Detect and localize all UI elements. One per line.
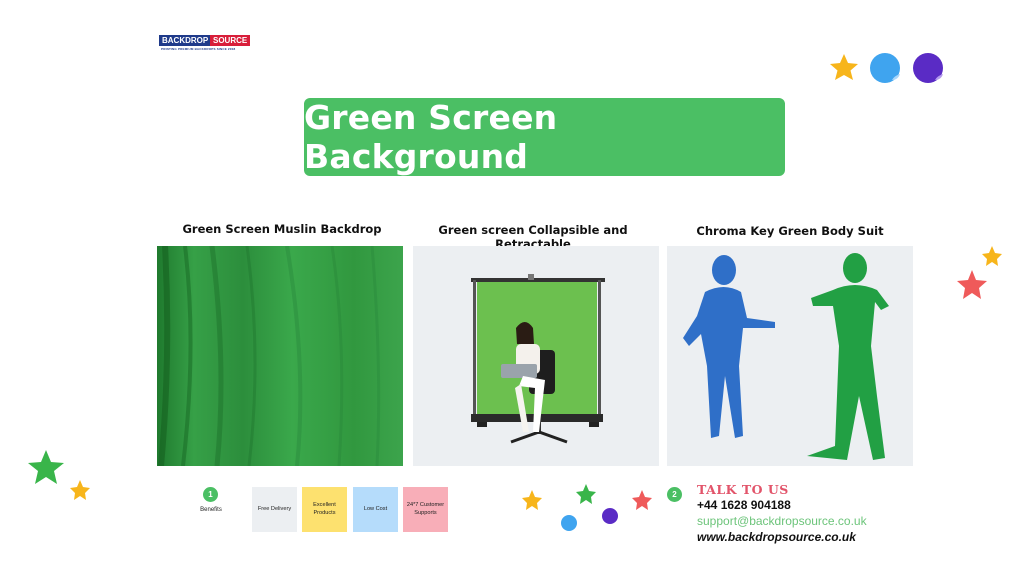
star-icon	[830, 54, 858, 80]
star-icon	[982, 246, 1002, 266]
product-caption-muslin: Green Screen Muslin Backdrop	[182, 222, 382, 236]
decor-bottom-left	[28, 450, 90, 500]
body-suits-image	[683, 253, 889, 460]
green-suit-figure	[807, 253, 889, 460]
benefit-card-text: 24*7 Customer Supports	[406, 502, 445, 516]
decor-right	[957, 246, 1002, 299]
product-caption-bodysuit: Chroma Key Green Body Suit	[696, 224, 884, 238]
benefit-card-text: Free Delivery	[257, 505, 292, 512]
benefits-label: Benefits	[200, 507, 222, 513]
decor-top-right	[830, 53, 943, 83]
muslin-fabric-image	[157, 246, 403, 466]
star-icon	[576, 484, 596, 504]
green-muslin-backdrop-photo	[157, 246, 403, 466]
logo-source-text: SOURCE	[210, 35, 251, 46]
phone-number[interactable]: +44 1628 904188	[697, 498, 791, 512]
star-icon	[28, 450, 64, 484]
benefit-card-customer-support: 24*7 Customer Supports	[403, 487, 448, 532]
chroma-key-body-suits-photo	[667, 246, 913, 466]
title-banner: Green Screen Background	[304, 98, 785, 176]
website-link[interactable]: www.backdropsource.co.uk	[697, 530, 856, 544]
logo-tagline: PRINTING PREMIUM BACKDROPS SINCE 2008	[161, 47, 236, 51]
email-link[interactable]: support@backdropsource.co.uk	[697, 514, 867, 528]
benefit-card-text: Low Cost	[363, 505, 388, 512]
talk-to-us-heading: TALK TO US	[697, 482, 789, 497]
contact-number-badge: 2	[667, 487, 682, 502]
star-icon	[957, 270, 987, 299]
star-icon	[632, 490, 652, 510]
brand-logo: BACKDROP SOURCE PRINTING PREMIUM BACKDRO…	[159, 35, 251, 51]
decor-bottom-middle	[522, 484, 652, 531]
blue-suit-figure	[683, 255, 775, 438]
benefit-card-excellent-products: Excellent Products	[302, 487, 347, 532]
benefits-number-badge: 1	[203, 487, 218, 502]
star-icon	[70, 480, 90, 500]
retractable-screen-image	[471, 274, 605, 444]
benefit-card-low-cost: Low Cost	[353, 487, 398, 532]
benefit-card-free-delivery: Free Delivery	[252, 487, 297, 532]
blue-circle-icon	[561, 515, 577, 531]
retractable-green-screen-photo	[413, 246, 659, 466]
purple-circle-icon	[602, 508, 618, 524]
page-title: Green Screen Background	[304, 98, 558, 176]
benefit-card-text: Excellent Products	[313, 502, 336, 516]
star-icon	[522, 490, 542, 510]
logo-backdrop-text: BACKDROP	[159, 35, 212, 46]
